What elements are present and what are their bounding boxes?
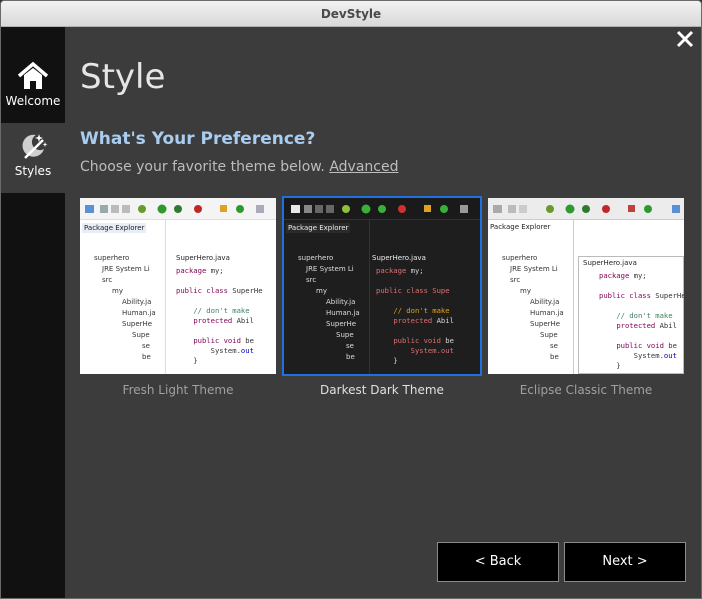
theme-preview-fresh-light: Package Explorer superhero JRE System Li… bbox=[80, 198, 276, 374]
preview-code: package my; public class SuperHe // don'… bbox=[599, 271, 684, 370]
advanced-link[interactable]: Advanced bbox=[329, 159, 398, 175]
preview-tree-item: JRE System Li bbox=[510, 265, 558, 273]
preview-code: package my; public class SuperHe // don'… bbox=[176, 266, 263, 365]
preview-toolbar bbox=[488, 198, 684, 220]
toolbar-icons bbox=[493, 204, 680, 214]
preview-tree-item: be bbox=[346, 353, 355, 361]
home-icon bbox=[17, 61, 49, 89]
sidebar: Welcome Styles bbox=[1, 27, 65, 598]
devstyle-window: DevStyle Welcome Styles Style What's You… bbox=[0, 0, 702, 599]
preview-tree-item: superhero bbox=[502, 254, 538, 262]
preview-tree-item: se bbox=[550, 342, 558, 350]
sidebar-item-label: Styles bbox=[14, 164, 52, 178]
section-subtitle: What's Your Preference? bbox=[80, 129, 316, 149]
page-title: Style bbox=[80, 57, 166, 97]
preview-editor-tab: SuperHero.java bbox=[372, 254, 426, 262]
theme-label: Eclipse Classic Theme bbox=[519, 383, 653, 397]
preview-tree-item: Ability.ja bbox=[122, 298, 152, 306]
next-button[interactable]: Next > bbox=[564, 542, 686, 582]
preview-tree-item: Ability.ja bbox=[326, 298, 356, 306]
preview-editor-tab: SuperHero.java bbox=[176, 254, 230, 262]
preview-editor: SuperHero.java package my; public class … bbox=[578, 256, 684, 374]
toolbar-icons bbox=[291, 204, 468, 214]
preview-toolbar bbox=[284, 198, 480, 220]
preview-tree-item: JRE System Li bbox=[306, 265, 354, 273]
preview-tree-item: src bbox=[102, 276, 113, 284]
preview-tree-item: Human.ja bbox=[530, 309, 564, 317]
preview-toolbar bbox=[80, 198, 276, 220]
preview-tree-item: Supe bbox=[540, 331, 558, 339]
preview-editor: SuperHero.java package my; public class … bbox=[166, 220, 276, 374]
sidebar-item-styles[interactable]: Styles bbox=[1, 123, 65, 193]
sidebar-item-welcome[interactable]: Welcome bbox=[1, 53, 65, 123]
preview-tab: Package Explorer bbox=[490, 223, 551, 231]
theme-preview-eclipse-classic: Package Explorer superhero JRE System Li… bbox=[488, 198, 684, 374]
preview-tree-item: be bbox=[142, 353, 151, 361]
styles-icon bbox=[22, 134, 48, 159]
preview-tree-item: Ability.ja bbox=[530, 298, 560, 306]
preview-tree-item: src bbox=[306, 276, 317, 284]
preview-code: package my; public class Supe // don't m… bbox=[376, 266, 454, 365]
preview-tree-item: SuperHe bbox=[326, 320, 357, 328]
preview-tree-item: se bbox=[142, 342, 150, 350]
theme-label: Darkest Dark Theme bbox=[320, 383, 444, 397]
theme-card-eclipse-classic[interactable]: Package Explorer superhero JRE System Li… bbox=[488, 198, 684, 397]
description-text: Choose your favorite theme below. bbox=[80, 159, 325, 175]
preview-tree-item: my bbox=[316, 287, 327, 295]
theme-card-fresh-light[interactable]: Package Explorer superhero JRE System Li… bbox=[80, 198, 276, 397]
preview-tree-item: Human.ja bbox=[122, 309, 156, 317]
preview-tree-item: my bbox=[112, 287, 123, 295]
description: Choose your favorite theme below. Advanc… bbox=[80, 159, 398, 175]
toolbar-icons bbox=[85, 204, 264, 214]
preview-tree-item: Supe bbox=[336, 331, 354, 339]
preview-tree-item: SuperHe bbox=[122, 320, 153, 328]
theme-card-darkest-dark[interactable]: Package Explorer superhero JRE System Li… bbox=[282, 196, 482, 397]
preview-tree-item: superhero bbox=[94, 254, 130, 262]
back-button[interactable]: < Back bbox=[437, 542, 559, 582]
theme-preview-darkest-dark: Package Explorer superhero JRE System Li… bbox=[282, 196, 482, 376]
preview-tree-item: Human.ja bbox=[326, 309, 360, 317]
preview-tree-item: src bbox=[510, 276, 521, 284]
preview-tab: Package Explorer bbox=[286, 223, 351, 233]
preview-editor-tab: SuperHero.java bbox=[583, 259, 637, 267]
preview-tree-item: be bbox=[550, 353, 559, 361]
sidebar-item-label: Welcome bbox=[5, 94, 61, 108]
preview-package-explorer: Package Explorer superhero JRE System Li… bbox=[284, 220, 370, 374]
main-panel: Style What's Your Preference? Choose you… bbox=[65, 27, 701, 598]
theme-label: Fresh Light Theme bbox=[122, 383, 234, 397]
preview-tree-item: my bbox=[520, 287, 531, 295]
preview-tree-item: Supe bbox=[132, 331, 150, 339]
preview-editor: SuperHero.java package my; public class … bbox=[370, 220, 480, 374]
preview-package-explorer: Package Explorer superhero JRE System Li… bbox=[80, 220, 166, 374]
preview-tree-item: se bbox=[346, 342, 354, 350]
close-icon[interactable] bbox=[675, 29, 695, 49]
preview-tree-item: superhero bbox=[298, 254, 334, 262]
preview-tab: Package Explorer bbox=[82, 223, 147, 233]
preview-tree-item: SuperHe bbox=[530, 320, 561, 328]
window-title: DevStyle bbox=[1, 1, 701, 27]
preview-package-explorer: Package Explorer superhero JRE System Li… bbox=[488, 220, 574, 374]
preview-tree-item: JRE System Li bbox=[102, 265, 150, 273]
